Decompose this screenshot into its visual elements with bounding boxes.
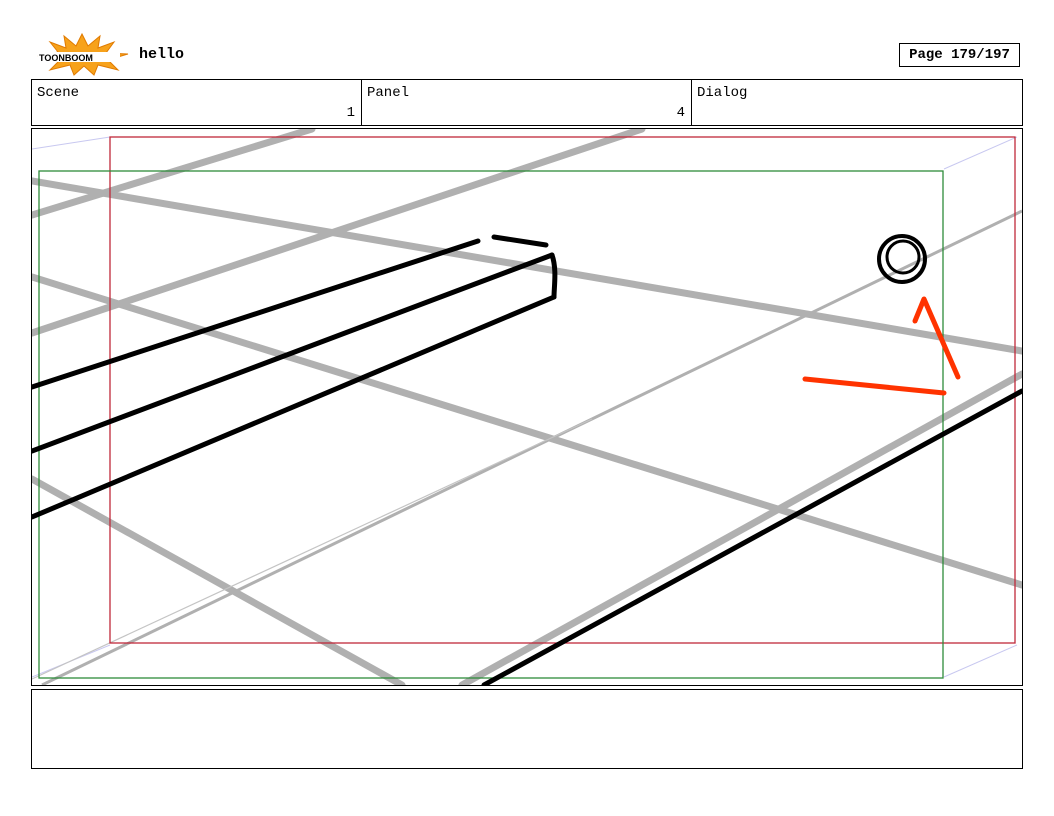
- scene-cell: Scene 1: [32, 80, 362, 125]
- storyboard-panel[interactable]: [31, 128, 1023, 686]
- panel-drawing: [32, 129, 1022, 685]
- perspective-guides: [32, 129, 1022, 685]
- toonboom-logo: TOONBOOM: [34, 32, 130, 76]
- scene-label: Scene: [37, 85, 80, 101]
- logo-text: TOONBOOM: [39, 53, 93, 63]
- circle-marker-icon: [877, 234, 927, 284]
- panel-cell: Panel 4: [362, 80, 692, 125]
- scene-value: 1: [346, 105, 355, 121]
- safe-frame: [109, 136, 1016, 644]
- notes-box[interactable]: [31, 689, 1023, 769]
- camera-corner-guides: [32, 136, 1018, 678]
- action-frame: [38, 170, 944, 679]
- panel-info-row: Scene 1 Panel 4 Dialog: [31, 79, 1023, 126]
- panel-value: 4: [676, 105, 685, 121]
- annotation-arrow-icon: [802, 296, 961, 396]
- page-counter: Page 179/197: [899, 43, 1020, 67]
- project-title: hello: [139, 46, 185, 63]
- panel-label: Panel: [367, 85, 410, 101]
- dialog-label: Dialog: [697, 85, 748, 101]
- dialog-cell: Dialog: [692, 80, 1022, 125]
